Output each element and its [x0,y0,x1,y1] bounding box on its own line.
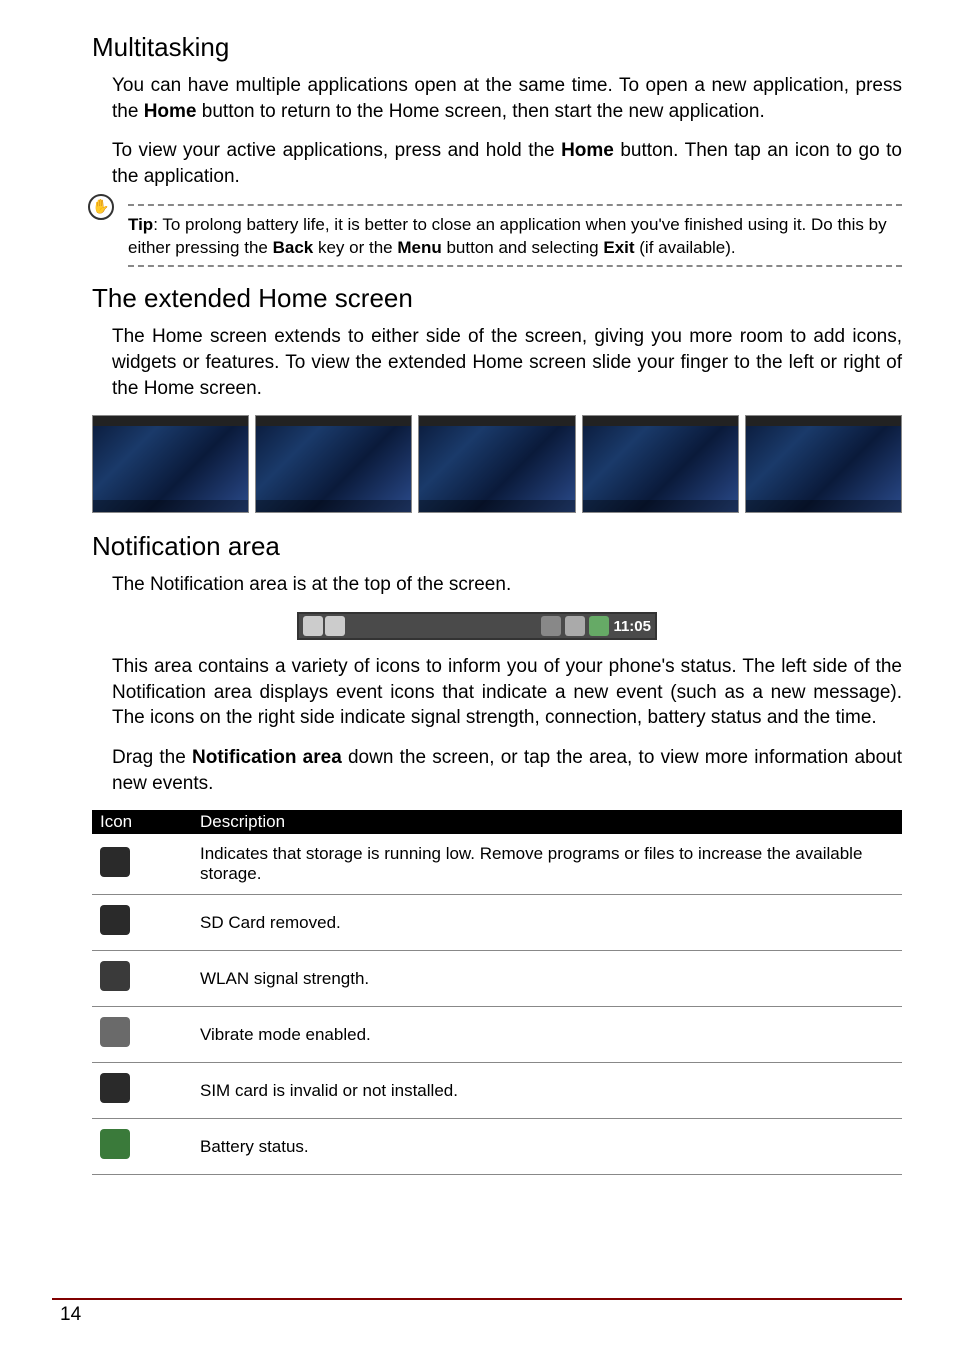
desc-cell: Indicates that storage is running low. R… [192,834,902,895]
signal-icon [565,616,585,636]
back-key-ref: Back [273,238,314,257]
table-row: SD Card removed. [92,895,902,951]
home-screen-thumb-3 [418,415,575,513]
page-number: 14 [60,1304,81,1326]
icon-cell [92,895,192,951]
desc-cell: SD Card removed. [192,895,902,951]
home-screen-thumb-5 [745,415,902,513]
notif-right-icons: 11:05 [541,616,651,636]
tip-text: Tip: To prolong battery life, it is bett… [128,214,902,260]
home-screen-thumb-2 [255,415,412,513]
section-title-notification: Notification area [92,531,902,562]
text: Drag the [112,747,192,768]
desc-cell: SIM card is invalid or not installed. [192,1063,902,1119]
notification-p2: This area contains a variety of icons to… [112,654,902,731]
multitasking-p1: You can have multiple applications open … [112,73,902,124]
table-header-desc: Description [192,810,902,834]
exit-ref: Exit [603,238,634,257]
vibrate-icon [100,1017,130,1047]
table-row: WLAN signal strength. [92,951,902,1007]
extended-p1: The Home screen extends to either side o… [112,324,902,401]
event-icon [303,616,323,636]
desc-cell: Vibrate mode enabled. [192,1007,902,1063]
menu-button-ref: Menu [397,238,441,257]
home-screen-thumb-1 [92,415,249,513]
table-row: Indicates that storage is running low. R… [92,834,902,895]
home-screen-thumb-4 [582,415,739,513]
battery-icon [589,616,609,636]
text: To view your active applications, press … [112,140,561,161]
text: button to return to the Home screen, the… [197,101,765,122]
dashed-rule-top [128,204,902,206]
multitasking-p2: To view your active applications, press … [112,138,902,189]
icon-cell [92,834,192,895]
sim-invalid-icon [100,1073,130,1103]
home-button-ref: Home [144,101,197,122]
signal-icon [541,616,561,636]
text: button and selecting [442,238,604,257]
battery-icon [100,1129,130,1159]
icon-cell [92,1063,192,1119]
text: key or the [313,238,397,257]
desc-cell: Battery status. [192,1119,902,1175]
section-title-extended: The extended Home screen [92,283,902,314]
footer-rule [52,1298,902,1300]
wlan-icon [100,961,130,991]
sd-removed-icon [100,905,130,935]
table-header-icon: Icon [92,810,192,834]
storage-low-icon [100,847,130,877]
table-row: Battery status. [92,1119,902,1175]
home-button-ref: Home [561,140,614,161]
table-row: Vibrate mode enabled. [92,1007,902,1063]
notif-left-icons [303,616,345,636]
icon-cell [92,1119,192,1175]
icon-cell [92,951,192,1007]
notification-p1: The Notification area is at the top of t… [112,572,902,598]
table-row: SIM card is invalid or not installed. [92,1063,902,1119]
notification-bar-image: 11:05 [297,612,657,640]
dashed-rule-bottom [128,265,902,267]
notification-area-ref: Notification area [192,747,342,768]
text: (if available). [635,238,736,257]
notification-icons-table: Icon Description Indicates that storage … [92,810,902,1175]
tip-label: Tip [128,215,153,234]
notification-p3: Drag the Notification area down the scre… [112,745,902,796]
extended-home-screenshots [92,415,902,513]
icon-cell [92,1007,192,1063]
tip-block: ✋ Tip: To prolong battery life, it is be… [92,204,902,268]
section-title-multitasking: Multitasking [92,32,902,63]
event-icon [325,616,345,636]
desc-cell: WLAN signal strength. [192,951,902,1007]
tip-icon: ✋ [88,194,114,220]
clock-text: 11:05 [613,618,651,635]
